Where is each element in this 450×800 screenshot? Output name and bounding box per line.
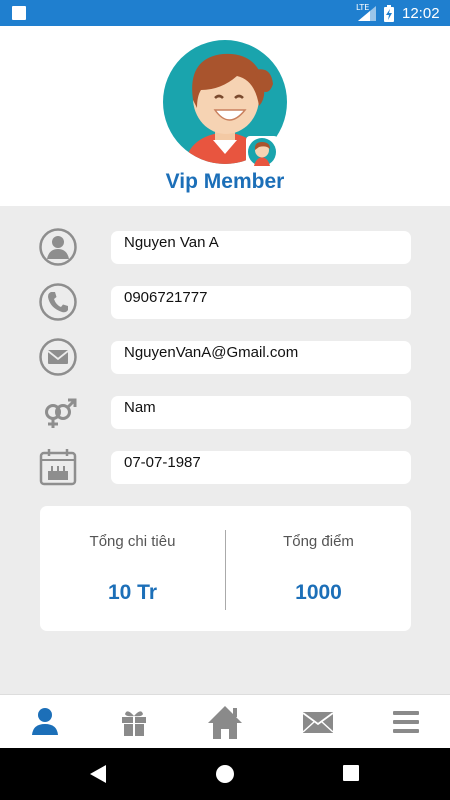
- birthday-calendar-icon: [39, 449, 77, 486]
- mail-icon[interactable]: [298, 703, 338, 741]
- profile-row-birthday: 07-07-1987: [0, 447, 450, 489]
- birthday-field[interactable]: 07-07-1987: [111, 451, 411, 484]
- stats-card: Tổng chi tiêu 10 Tr Tổng điểm 1000: [40, 506, 411, 631]
- phone-field[interactable]: 0906721777: [111, 286, 411, 319]
- profile-row-name: Nguyen Van A: [0, 227, 450, 269]
- total-spending: Tổng chi tiêu 10 Tr: [40, 506, 225, 631]
- status-bar: LTE 12:02: [0, 0, 450, 26]
- total-points: Tổng điểm 1000: [226, 506, 411, 631]
- phone-icon: [39, 283, 77, 321]
- clock: 12:02: [402, 5, 440, 22]
- mini-avatar-badge-icon: [246, 136, 278, 168]
- mail-icon: [39, 338, 77, 376]
- bottom-nav: [0, 694, 450, 748]
- battery-charging-icon: [384, 5, 394, 22]
- gender-field[interactable]: Nam: [111, 396, 411, 429]
- total-spending-label: Tổng chi tiêu: [89, 533, 176, 550]
- name-field[interactable]: Nguyen Van A: [111, 231, 411, 264]
- total-points-label: Tổng điểm: [283, 533, 354, 550]
- profile-row-email: NguyenVanA@Gmail.com: [0, 337, 450, 379]
- notification-app-icon: [12, 6, 26, 20]
- system-navigation-bar: [0, 748, 450, 800]
- person-icon: [39, 228, 77, 266]
- profile-row-phone: 0906721777: [0, 282, 450, 324]
- back-icon[interactable]: [89, 764, 107, 784]
- menu-icon[interactable]: [386, 703, 426, 741]
- total-spending-value: 10 Tr: [107, 581, 158, 604]
- recents-icon[interactable]: [342, 764, 360, 782]
- email-field[interactable]: NguyenVanA@Gmail.com: [111, 341, 411, 374]
- membership-title: Vip Member: [165, 170, 285, 193]
- profile-header: Vip Member: [0, 26, 450, 206]
- profile-icon[interactable]: [25, 703, 65, 741]
- total-points-value: 1000: [295, 581, 342, 604]
- signal-icon: [358, 6, 376, 21]
- gift-icon[interactable]: [114, 703, 154, 741]
- home-icon[interactable]: [205, 703, 245, 741]
- home-button-icon[interactable]: [215, 764, 235, 784]
- gender-icon: [45, 398, 77, 428]
- profile-row-gender: Nam: [0, 392, 450, 434]
